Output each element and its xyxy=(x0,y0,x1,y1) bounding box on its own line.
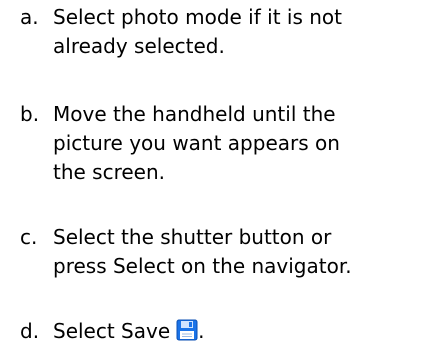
step-line: Select photo mode if it is not xyxy=(53,5,342,29)
step-marker: a. xyxy=(20,5,39,29)
step-line: Select the shutter button or xyxy=(53,225,332,249)
step-line: Move the handheld until the xyxy=(53,102,336,126)
step-text: Move the handheld until the picture you … xyxy=(53,100,423,187)
step-text: Select the shutter button or press Selec… xyxy=(53,223,423,281)
step-text: Select photo mode if it is not already s… xyxy=(53,3,423,61)
step-marker: d. xyxy=(20,319,40,343)
step-marker: c. xyxy=(20,225,38,249)
step-trailing-period: . xyxy=(198,319,205,343)
step-line: already selected. xyxy=(53,34,225,58)
step-line: Select Save xyxy=(53,319,171,343)
save-icon xyxy=(176,319,198,341)
step-text: Select Save . xyxy=(53,317,423,346)
step-line: picture you want appears on xyxy=(53,131,340,155)
step-line: the screen. xyxy=(53,160,166,184)
step-marker: b. xyxy=(20,102,40,126)
step-line: press Select on the navigator. xyxy=(53,254,352,278)
